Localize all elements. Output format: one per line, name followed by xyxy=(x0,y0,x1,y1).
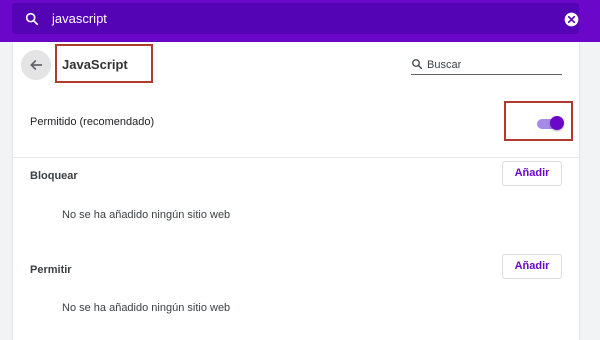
search-icon xyxy=(25,12,39,26)
toggle-knob xyxy=(550,116,564,130)
back-arrow-icon xyxy=(30,60,43,70)
allow-section-label: Permitir xyxy=(30,264,72,276)
back-button[interactable] xyxy=(21,50,51,80)
allowed-label: Permitido (recomendado) xyxy=(30,116,155,128)
divider xyxy=(13,157,579,158)
block-empty-text: No se ha añadido ningún sitio web xyxy=(62,209,231,221)
settings-search-bar[interactable]: javascript xyxy=(12,3,579,34)
allow-add-button[interactable]: Añadir xyxy=(502,254,562,279)
search-icon xyxy=(412,59,423,70)
title-highlight-box: JavaScript xyxy=(55,44,153,83)
search-query[interactable]: javascript xyxy=(52,11,107,26)
page-title: JavaScript xyxy=(62,57,128,72)
subpage-search[interactable] xyxy=(411,56,562,75)
allow-empty-text: No se ha añadido ningún sitio web xyxy=(62,302,231,314)
top-bar: javascript xyxy=(0,0,600,42)
block-section-label: Bloquear xyxy=(30,170,78,182)
clear-icon[interactable] xyxy=(564,12,579,27)
settings-card: JavaScript Permitido (recomendado) Bloqu… xyxy=(13,42,579,340)
allowed-toggle[interactable] xyxy=(537,116,564,130)
toggle-highlight-box xyxy=(504,101,573,141)
block-add-button[interactable]: Añadir xyxy=(502,161,562,186)
subpage-search-input[interactable] xyxy=(427,57,557,73)
